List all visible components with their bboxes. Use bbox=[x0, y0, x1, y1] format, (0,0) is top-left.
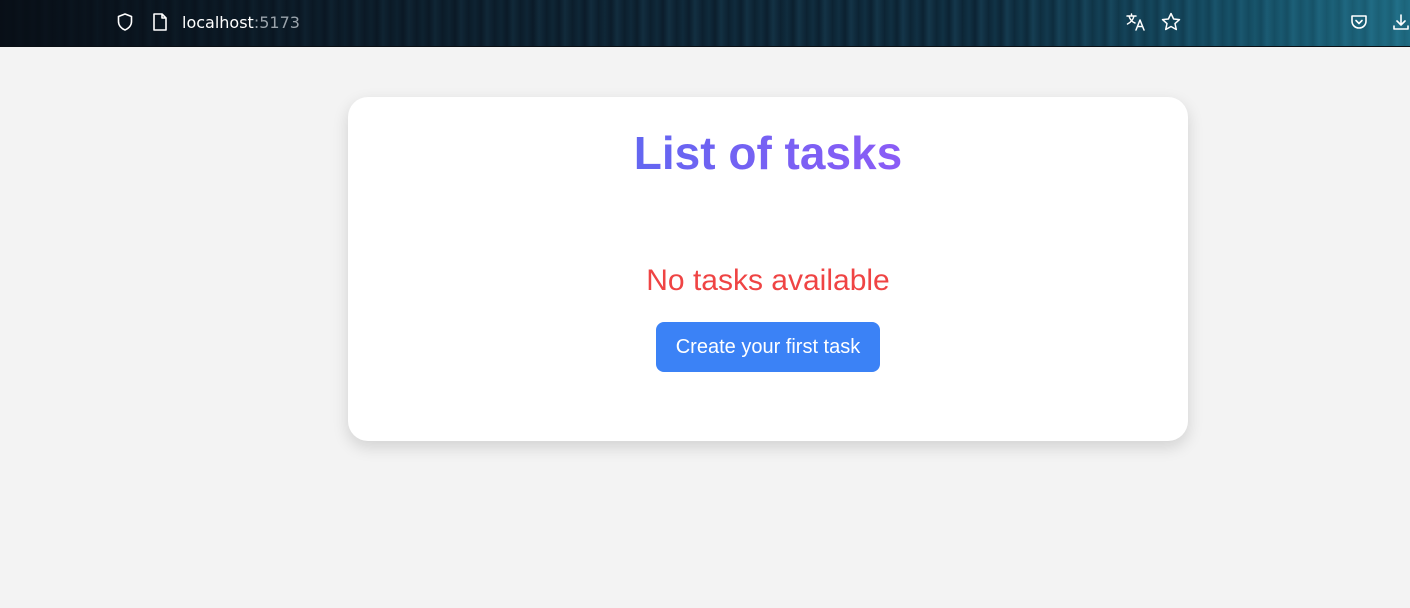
star-icon[interactable] bbox=[1160, 11, 1182, 33]
create-first-task-button[interactable]: Create your first task bbox=[656, 322, 880, 372]
download-icon[interactable] bbox=[1390, 11, 1410, 33]
url-host: localhost bbox=[182, 13, 254, 32]
url-bar[interactable]: localhost:5173 bbox=[182, 12, 300, 34]
url-port: :5173 bbox=[253, 13, 300, 32]
page-title: List of tasks bbox=[348, 123, 1188, 183]
browser-toolbar: localhost:5173 bbox=[0, 0, 1410, 47]
page-icon[interactable] bbox=[149, 11, 171, 33]
pocket-icon[interactable] bbox=[1348, 11, 1370, 33]
page-title-text: List of tasks bbox=[633, 127, 903, 179]
task-list-card: List of tasks No tasks available Create … bbox=[348, 97, 1188, 441]
translate-icon[interactable] bbox=[1125, 11, 1147, 33]
shield-icon[interactable] bbox=[114, 11, 136, 33]
empty-state-message: No tasks available bbox=[646, 264, 890, 297]
